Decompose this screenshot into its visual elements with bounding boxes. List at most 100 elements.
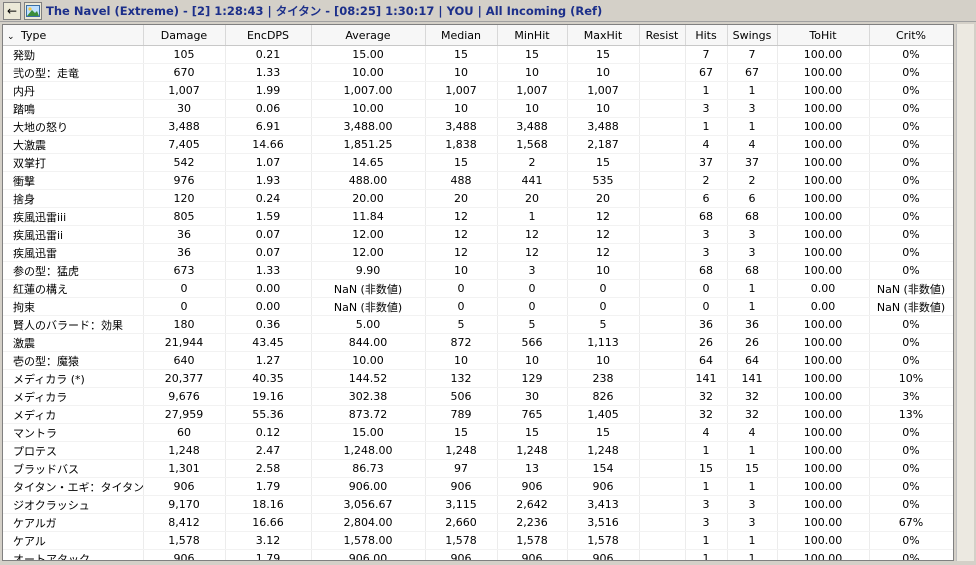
table-row[interactable]: 参の型：猛虎 673 1.33 9.90 10 3 10 68 68 100.00 0% bbox=[3, 261, 953, 280]
column-header-hits[interactable]: Hits bbox=[685, 25, 728, 46]
table-cell: 0.06 bbox=[225, 99, 312, 118]
data-grid[interactable]: ⌄ Type Damage EncDPS Average Median MinHit MaxH… bbox=[2, 24, 954, 561]
table-cell: 0 bbox=[685, 297, 728, 316]
table-cell bbox=[639, 81, 686, 100]
table-row[interactable]: メディカ 27,959 55.36 873.72 789 765 1,405 32 32 100.… bbox=[3, 405, 953, 424]
row-type-cell: プロテス bbox=[3, 441, 144, 460]
table-cell: 7,405 bbox=[143, 135, 226, 154]
table-row[interactable]: オートアタック 906 1.79 906.00 906 906 906 1 1 100.00 0% bbox=[3, 549, 953, 560]
table-cell: 100.00 bbox=[777, 99, 870, 118]
table-row[interactable]: ジオクラッシュ 9,170 18.16 3,056.67 3,115 2,642 3,413… bbox=[3, 495, 953, 514]
table-cell: 154 bbox=[567, 459, 640, 478]
chevron-down-icon[interactable]: ⌄ bbox=[7, 32, 21, 42]
table-cell: 15 bbox=[685, 459, 728, 478]
table-cell: 9,170 bbox=[143, 495, 226, 514]
table-cell: 2 bbox=[685, 171, 728, 190]
table-cell: 1,007 bbox=[425, 81, 498, 100]
column-header-average[interactable]: Average bbox=[311, 25, 426, 46]
table-cell: 100.00 bbox=[777, 189, 870, 208]
table-row[interactable]: ブラッドバス 1,301 2.58 86.73 97 13 154 15 15 100.00 0% bbox=[3, 459, 953, 478]
column-header-tohit[interactable]: ToHit bbox=[777, 25, 870, 46]
table-cell: 64 bbox=[727, 351, 778, 370]
table-cell bbox=[639, 369, 686, 388]
column-header-minhit[interactable]: MinHit bbox=[497, 25, 568, 46]
table-cell: 12 bbox=[425, 243, 498, 262]
table-row[interactable]: 疾風迅雷iii 805 1.59 11.84 12 1 12 68 68 100.00 0% bbox=[3, 207, 953, 226]
table-row[interactable]: タイタン・エギ：タイタンハ...9061.79906.0090690690611… bbox=[3, 477, 953, 496]
table-row[interactable]: 衝撃 976 1.93 488.00 488 441 535 2 2 100.00 0% bbox=[3, 171, 953, 190]
table-row[interactable]: 踏鳴 30 0.06 10.00 10 10 10 3 3 100.00 0% bbox=[3, 99, 953, 118]
table-row[interactable]: 疾風迅雷ii 36 0.07 12.00 12 12 12 3 3 100.00 0% bbox=[3, 225, 953, 244]
table-cell bbox=[639, 459, 686, 478]
table-row[interactable]: 大激震 7,405 14.66 1,851.25 1,838 1,568 2,187 4 4 10… bbox=[3, 135, 953, 154]
column-label: EncDPS bbox=[246, 28, 290, 42]
column-header-damage[interactable]: Damage bbox=[143, 25, 226, 46]
table-cell: 0.00 bbox=[777, 279, 870, 298]
table-cell: 3 bbox=[685, 225, 728, 244]
table-row[interactable]: 賢人のバラード：効果 180 0.36 5.00 5 5 5 36 36 100.00 0% bbox=[3, 315, 953, 334]
table-cell: 1,851.25 bbox=[311, 135, 426, 154]
column-header-encdps[interactable]: EncDPS bbox=[225, 25, 312, 46]
table-row[interactable]: 発勁 105 0.21 15.00 15 15 15 7 7 100.00 0% bbox=[3, 45, 953, 64]
column-header-swings[interactable]: Swings bbox=[727, 25, 778, 46]
table-cell: 12 bbox=[497, 243, 568, 262]
table-cell: 1,838 bbox=[425, 135, 498, 154]
table-cell: 6.91 bbox=[225, 117, 312, 136]
table-cell: 1.79 bbox=[225, 549, 312, 560]
table-cell: 100.00 bbox=[777, 459, 870, 478]
table-cell bbox=[639, 315, 686, 334]
table-cell: 1,578 bbox=[497, 531, 568, 550]
table-cell: 100.00 bbox=[777, 369, 870, 388]
column-header-crit[interactable]: Crit% bbox=[869, 25, 953, 46]
table-cell: 100.00 bbox=[777, 261, 870, 280]
table-cell: 30 bbox=[497, 387, 568, 406]
table-row[interactable]: 拘束 0 0.00 NaN (非数値) 0 0 0 0 1 0.00 NaN (非数値) bbox=[3, 297, 953, 316]
table-row[interactable]: 大地の怒り 3,488 6.91 3,488.00 3,488 3,488 3,488 1 1 1… bbox=[3, 117, 953, 136]
table-cell: 100.00 bbox=[777, 153, 870, 172]
table-row[interactable]: マントラ 60 0.12 15.00 15 15 15 4 4 100.00 0% bbox=[3, 423, 953, 442]
column-header-type[interactable]: ⌄ Type bbox=[3, 25, 144, 46]
table-cell: 19.16 bbox=[225, 387, 312, 406]
table-cell: 30 bbox=[143, 99, 226, 118]
table-row[interactable]: 内丹 1,007 1.99 1,007.00 1,007 1,007 1,007 1 1 100.… bbox=[3, 81, 953, 100]
back-button[interactable]: ← bbox=[3, 1, 21, 20]
table-cell: 4 bbox=[685, 135, 728, 154]
table-row[interactable]: ケアル 1,578 3.12 1,578.00 1,578 1,578 1,578 1 1 100… bbox=[3, 531, 953, 550]
table-row[interactable]: 壱の型：魔猿 640 1.27 10.00 10 10 10 64 64 100.00 0% bbox=[3, 351, 953, 370]
column-header-resist[interactable]: Resist bbox=[639, 25, 686, 46]
table-cell bbox=[639, 477, 686, 496]
table-row[interactable]: 紅蓮の構え 0 0.00 NaN (非数値) 0 0 0 0 1 0.00 NaN (非数値) bbox=[3, 279, 953, 298]
table-cell bbox=[639, 351, 686, 370]
table-cell: 789 bbox=[425, 405, 498, 424]
table-cell bbox=[639, 135, 686, 154]
table-cell: 0% bbox=[869, 315, 953, 334]
table-row[interactable]: 双掌打 542 1.07 14.65 15 2 15 37 37 100.00 0% bbox=[3, 153, 953, 172]
table-cell bbox=[639, 189, 686, 208]
table-row[interactable]: 疾風迅雷 36 0.07 12.00 12 12 12 3 3 100.00 0% bbox=[3, 243, 953, 262]
table-cell: 12 bbox=[567, 225, 640, 244]
table-cell: 3 bbox=[727, 243, 778, 262]
table-row[interactable]: メディカラ 9,676 19.16 302.38 506 30 826 32 32 100.00 3… bbox=[3, 387, 953, 406]
table-row[interactable]: 激震 21,944 43.45 844.00 872 566 1,113 26 26 100.00… bbox=[3, 333, 953, 352]
table-row[interactable]: プロテス 1,248 2.47 1,248.00 1,248 1,248 1,248 1 1 10… bbox=[3, 441, 953, 460]
table-cell bbox=[639, 207, 686, 226]
row-type-cell: 拘束 bbox=[3, 297, 144, 316]
row-type-cell: 紅蓮の構え bbox=[3, 279, 144, 298]
table-row[interactable]: 弐の型：走竜 670 1.33 10.00 10 10 10 67 67 100.00 0% bbox=[3, 63, 953, 82]
table-row[interactable]: ケアルガ 8,412 16.66 2,804.00 2,660 2,236 3,516 3 3 1… bbox=[3, 513, 953, 532]
table-cell: 0% bbox=[869, 171, 953, 190]
column-header-maxhit[interactable]: MaxHit bbox=[567, 25, 640, 46]
table-cell: 906 bbox=[497, 549, 568, 560]
table-cell: 2,187 bbox=[567, 135, 640, 154]
table-cell: 20,377 bbox=[143, 369, 226, 388]
image-button[interactable] bbox=[24, 1, 42, 20]
table-cell: 1 bbox=[685, 117, 728, 136]
column-header-median[interactable]: Median bbox=[425, 25, 498, 46]
vertical-scrollbar[interactable] bbox=[956, 24, 974, 561]
table-cell: 1 bbox=[727, 477, 778, 496]
table-row[interactable]: メディカラ (*) 20,377 40.35 144.52 132 129 238 141 14… bbox=[3, 369, 953, 388]
table-cell bbox=[639, 549, 686, 560]
table-cell bbox=[639, 63, 686, 82]
table-cell: 5.00 bbox=[311, 315, 426, 334]
table-row[interactable]: 捨身 120 0.24 20.00 20 20 20 6 6 100.00 0% bbox=[3, 189, 953, 208]
